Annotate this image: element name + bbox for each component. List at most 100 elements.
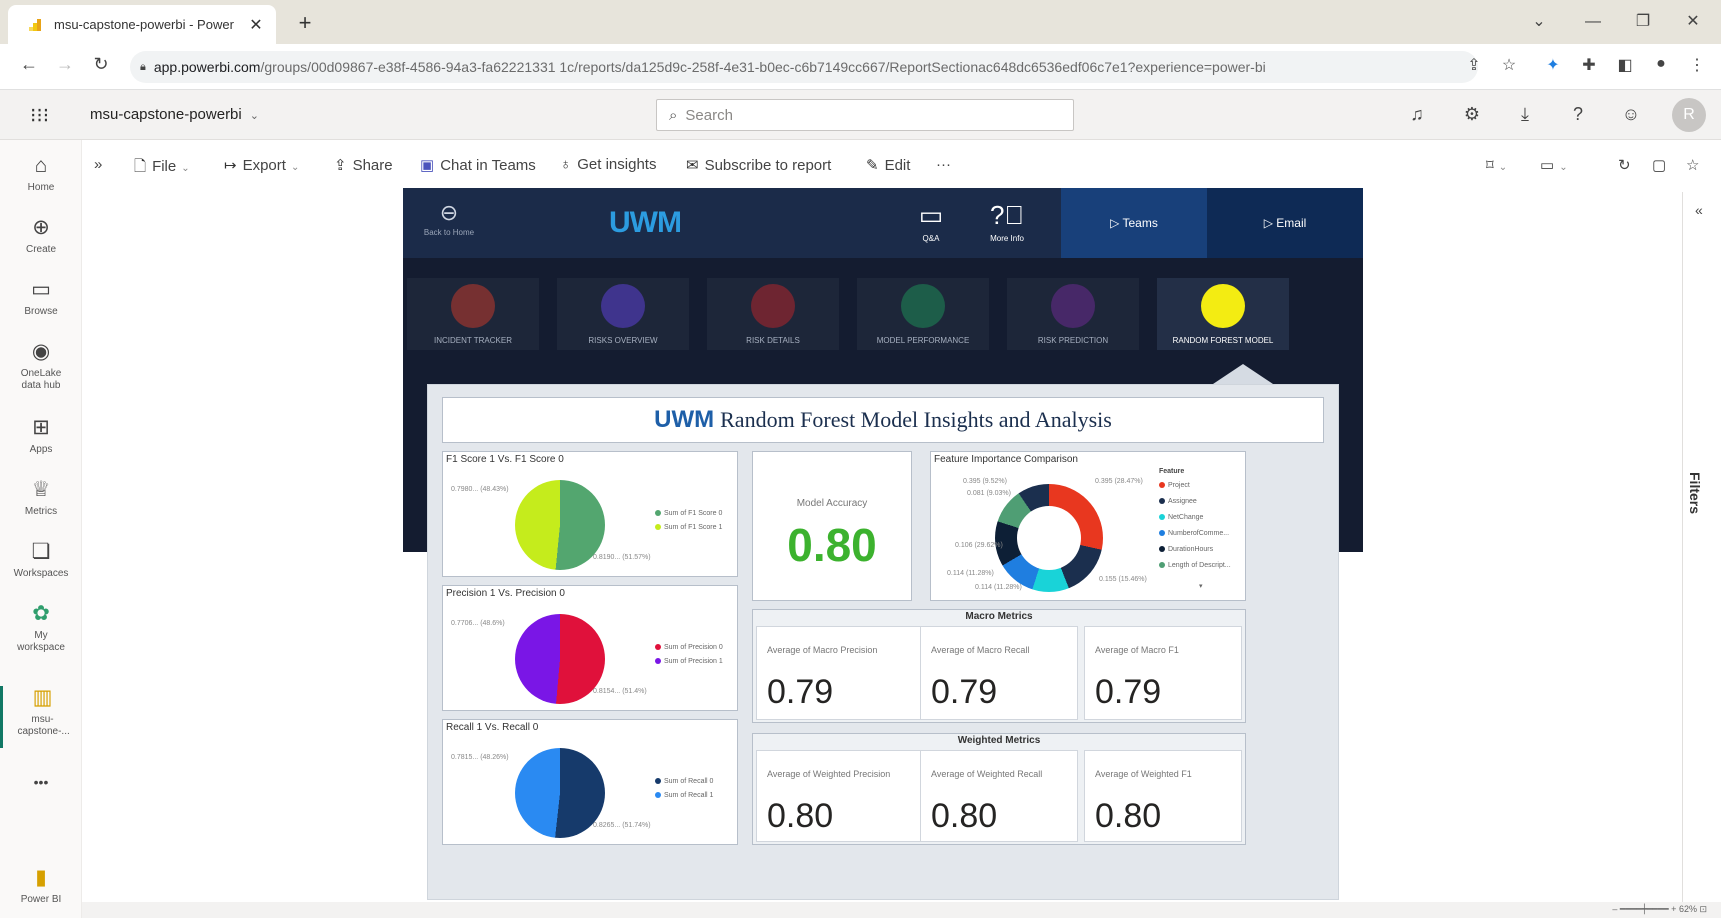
- analysis-panel: UWM Random Forest Model Insights and Anal…: [427, 384, 1339, 900]
- metric-card-weighted-precision[interactable]: Average of Weighted Precision 0.80: [756, 750, 932, 842]
- new-tab-button[interactable]: +: [290, 8, 320, 38]
- nav-item-apps[interactable]: ⊞ Apps: [0, 416, 82, 456]
- qa-button[interactable]: ▭ Q&A: [903, 200, 959, 243]
- close-window-button[interactable]: ✕: [1678, 8, 1708, 36]
- download-icon[interactable]: ⤓: [1511, 104, 1539, 125]
- back-arrow-icon[interactable]: ←: [16, 54, 42, 75]
- metric-card-macro-f1[interactable]: Average of Macro F1 0.79: [1084, 626, 1242, 720]
- legend-scroll-icon[interactable]: ▾: [1199, 582, 1203, 590]
- address-bar-row: ← → ↻ 🔒︎ app.powerbi.com /groups/00d0986…: [0, 44, 1721, 90]
- zoom-control[interactable]: – ━━━━┿━━━━ + 62% ⊡: [1612, 904, 1707, 915]
- comment-icon[interactable]: ▢: [1652, 156, 1666, 174]
- chat-in-teams-button[interactable]: ▣ Chat in Teams: [420, 156, 536, 174]
- minimize-button[interactable]: —: [1578, 8, 1608, 36]
- feature-donut-chart[interactable]: [995, 484, 1103, 592]
- legend-title: Feature: [1159, 468, 1185, 475]
- browser-tab[interactable]: msu-capstone-powerbi - Power ✕: [8, 5, 276, 44]
- file-menu[interactable]: 🗋︎ File ⌄: [134, 156, 190, 181]
- nav-item-onelake[interactable]: ◉ OneLake data hub: [0, 340, 82, 392]
- more-info-button[interactable]: ?⃝ More Info: [979, 200, 1035, 243]
- extension-icon[interactable]: ✦: [1540, 55, 1566, 75]
- tile-label: RISK DETAILS: [746, 336, 800, 345]
- forward-arrow-icon[interactable]: →: [52, 54, 78, 75]
- help-icon[interactable]: ?: [1564, 104, 1592, 125]
- filters-label: Filters: [1687, 472, 1703, 515]
- lightbulb-icon: ♁: [560, 156, 572, 173]
- maximize-button[interactable]: ❐: [1628, 8, 1658, 36]
- search-icon: [601, 284, 645, 328]
- edit-button[interactable]: ✎ Edit: [866, 156, 910, 174]
- nav-item-powerbi[interactable]: ▮ Power BI: [0, 866, 82, 906]
- profile-icon[interactable]: ●: [1648, 55, 1674, 73]
- tile-random-forest-model[interactable]: RANDOM FOREST MODEL: [1157, 278, 1289, 350]
- share-button[interactable]: ⇪ Share: [334, 156, 393, 174]
- filters-pane[interactable]: « Filters: [1682, 192, 1721, 902]
- bookmark-icon[interactable]: ⌑ ⌄: [1486, 156, 1507, 174]
- share-icon: ⇪: [334, 157, 347, 174]
- donut-label: 0.081 (9.03%): [967, 490, 1011, 497]
- kebab-menu-icon[interactable]: ⋮: [1684, 55, 1710, 75]
- nav-item-workspaces[interactable]: ❏ Workspaces: [0, 540, 82, 580]
- reload-icon[interactable]: ↻: [88, 54, 114, 75]
- recall-pie-card[interactable]: Recall 1 Vs. Recall 0 0.7815... (48.26%)…: [442, 719, 738, 845]
- f1-pie-chart[interactable]: [515, 480, 605, 570]
- recall-pie-chart[interactable]: [515, 748, 605, 838]
- nav-item-metrics[interactable]: ♕ Metrics: [0, 478, 82, 518]
- metric-card-macro-recall[interactable]: Average of Macro Recall 0.79: [920, 626, 1078, 720]
- nav-item-browse[interactable]: ▭ Browse: [0, 278, 82, 318]
- tile-risks-overview[interactable]: RISKS OVERVIEW: [557, 278, 689, 350]
- bell-icon[interactable]: ♫: [1403, 104, 1431, 125]
- email-share-button[interactable]: ▷ Email: [1207, 188, 1363, 258]
- more-options-button[interactable]: ···: [936, 156, 951, 173]
- nav-label: Create: [25, 244, 56, 255]
- tile-risk-details[interactable]: RISK DETAILS: [707, 278, 839, 350]
- refresh-icon[interactable]: ↻: [1618, 156, 1631, 174]
- nav-label: Workspaces: [13, 568, 69, 579]
- close-tab-icon[interactable]: ✕: [246, 15, 266, 35]
- metric-value: 0.79: [767, 673, 834, 711]
- precision-pie-card[interactable]: Precision 1 Vs. Precision 0 0.7706... (4…: [442, 585, 738, 711]
- tile-risk-prediction[interactable]: RISK PREDICTION: [1007, 278, 1139, 350]
- metric-card-weighted-f1[interactable]: Average of Weighted F1 0.80: [1084, 750, 1242, 842]
- search-input[interactable]: ⌕ Search: [656, 99, 1074, 131]
- precision-pie-chart[interactable]: [515, 614, 605, 704]
- feature-importance-card[interactable]: Feature Importance Comparison 0.395 (9.5…: [930, 451, 1246, 601]
- workspace-selector[interactable]: msu-capstone-powerbi ⌄: [90, 106, 259, 123]
- metric-value: 0.79: [1095, 673, 1162, 711]
- metric-card-macro-precision[interactable]: Average of Macro Precision 0.79: [756, 626, 932, 720]
- f1-pie-card[interactable]: F1 Score 1 Vs. F1 Score 0 0.7980... (48.…: [442, 451, 738, 577]
- speech-bubble-icon: ▭: [918, 200, 944, 230]
- get-insights-button[interactable]: ♁ Get insights: [560, 156, 656, 173]
- back-to-home-button[interactable]: ⊖ Back to Home: [421, 200, 477, 237]
- tile-model-performance[interactable]: MODEL PERFORMANCE: [857, 278, 989, 350]
- metric-label: Average of Weighted Recall: [931, 769, 1043, 779]
- share-page-icon[interactable]: ⇪: [1461, 55, 1487, 75]
- teams-share-button[interactable]: ▷ Teams: [1061, 188, 1207, 258]
- nav-item-more[interactable]: •••: [0, 770, 82, 794]
- bookmark-star-icon[interactable]: ☆: [1496, 55, 1522, 75]
- url-field[interactable]: 🔒︎ app.powerbi.com /groups/00d09867-e38f…: [130, 51, 1478, 83]
- expand-pane-icon[interactable]: »: [94, 156, 102, 173]
- puzzle-icon[interactable]: ✚: [1576, 55, 1602, 75]
- metric-card-weighted-recall[interactable]: Average of Weighted Recall 0.80: [920, 750, 1078, 842]
- tab-search-icon[interactable]: ⌄: [1524, 8, 1554, 36]
- feedback-icon[interactable]: ☺: [1617, 104, 1645, 125]
- legend-item: Sum of F1 Score 0: [655, 510, 722, 517]
- export-menu[interactable]: ↦ Export ⌄: [224, 156, 299, 174]
- report-action-bar: » 🗋︎ File ⌄ ↦ Export ⌄ ⇪ Share ▣ Chat in Teams…: [82, 140, 1721, 192]
- nav-item-my-workspace[interactable]: ✿ My workspace: [0, 602, 82, 654]
- nav-item-home[interactable]: ⌂ Home: [0, 154, 82, 194]
- chevron-down-icon: ⌄: [181, 163, 190, 174]
- subscribe-button[interactable]: ✉ Subscribe to report: [686, 156, 831, 174]
- avatar[interactable]: R: [1672, 98, 1706, 132]
- model-accuracy-card[interactable]: Model Accuracy 0.80: [752, 451, 912, 601]
- gear-icon[interactable]: ⚙: [1458, 104, 1486, 125]
- view-icon[interactable]: ▭ ⌄: [1540, 156, 1568, 174]
- chevron-left-icon[interactable]: «: [1695, 202, 1703, 218]
- app-launcher-icon[interactable]: ⁝⁝⁝: [30, 103, 49, 128]
- favorite-star-icon[interactable]: ☆: [1686, 156, 1699, 174]
- nav-item-msu-capstone[interactable]: ▥ msu-capstone-...: [0, 686, 82, 748]
- tile-incident-tracker[interactable]: INCIDENT TRACKER: [407, 278, 539, 350]
- sidepanel-icon[interactable]: ◧: [1612, 55, 1638, 75]
- nav-item-create[interactable]: ⊕ Create: [0, 216, 82, 256]
